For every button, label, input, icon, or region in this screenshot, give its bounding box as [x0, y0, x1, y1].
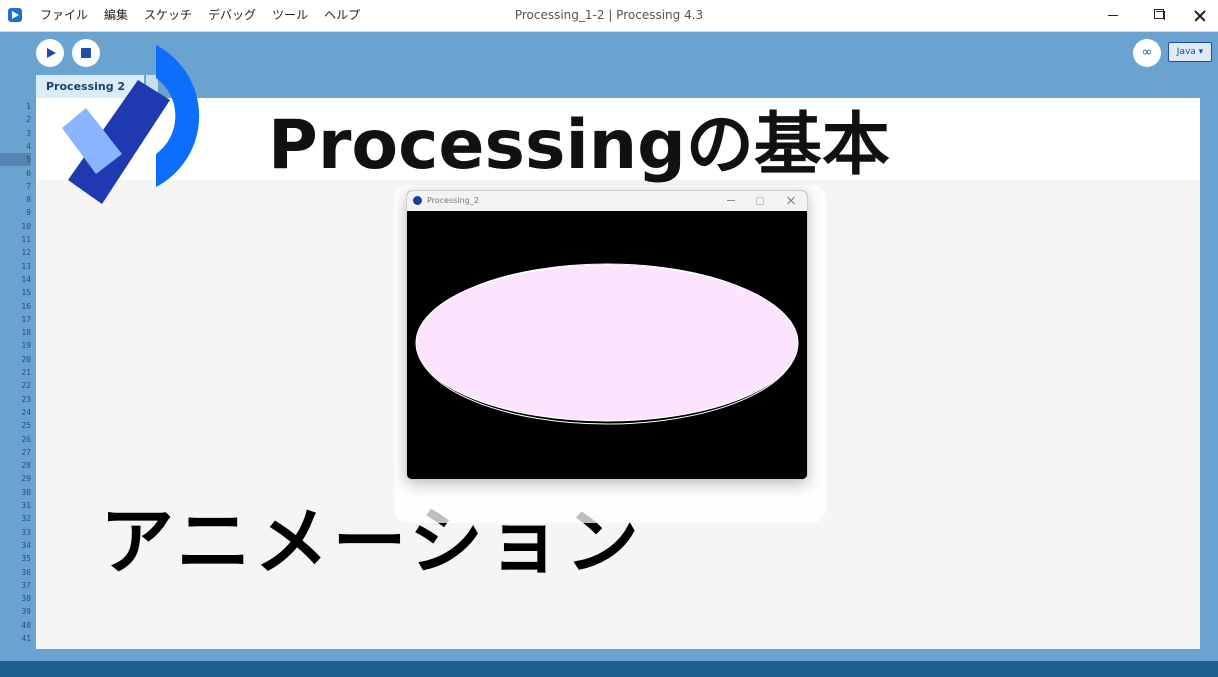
- line-number: 23: [21, 394, 31, 404]
- line-number: 37: [21, 580, 31, 590]
- sketch-window: Processing_2: [406, 190, 808, 480]
- line-number: 29: [21, 474, 31, 484]
- close-button[interactable]: [1178, 0, 1218, 31]
- title-bar: ファイル 編集 スケッチ デバッグ ツール ヘルプ Processing_1-2…: [0, 0, 1218, 32]
- line-number: 39: [21, 607, 31, 617]
- line-number: 40: [21, 620, 31, 630]
- line-number: 38: [21, 594, 31, 604]
- line-number: 35: [21, 554, 31, 564]
- minimize-button[interactable]: [1090, 0, 1134, 31]
- processing-app-icon: [8, 8, 22, 22]
- sketch-app-icon: [413, 196, 422, 205]
- line-number: 20: [21, 354, 31, 364]
- menu-tools[interactable]: ツール: [272, 0, 308, 31]
- line-number: 15: [21, 288, 31, 298]
- line-number: 26: [21, 434, 31, 444]
- bug-icon: ∞: [1141, 45, 1153, 60]
- line-number: 12: [21, 248, 31, 258]
- line-number: 22: [21, 381, 31, 391]
- line-number: 8: [26, 195, 31, 205]
- mode-selector[interactable]: Java ▾: [1168, 42, 1212, 62]
- sketch-minimize-button[interactable]: [727, 200, 735, 201]
- line-number: 16: [21, 301, 31, 311]
- line-number: 10: [21, 221, 31, 231]
- line-number: 41: [21, 634, 31, 643]
- line-number: 11: [21, 235, 31, 244]
- vertical-scrollbar[interactable]: [1200, 98, 1218, 649]
- line-number: 1: [26, 102, 31, 111]
- page-title: Processingの基本: [268, 106, 890, 185]
- line-number: 33: [21, 527, 31, 537]
- menu-debug[interactable]: デバッグ: [208, 0, 256, 31]
- sketch-maximize-button[interactable]: [756, 197, 764, 205]
- line-number: 21: [21, 368, 31, 377]
- menu-file[interactable]: ファイル: [40, 0, 88, 31]
- sketch-canvas: [407, 211, 807, 479]
- line-number: 9: [26, 208, 31, 218]
- line-number-gutter: 1 2 3 4 5 6 7 8 9 10 11 12 13 14 15 16 17 18 19 20 21 22 23 24 2…: [0, 98, 36, 649]
- line-number: 31: [21, 501, 31, 510]
- menu-bar: ファイル 編集 スケッチ デバッグ ツール ヘルプ: [40, 0, 376, 31]
- line-number: 27: [21, 447, 31, 457]
- status-bar: [0, 661, 1218, 677]
- line-number: 14: [21, 274, 31, 284]
- animated-ellipse: [415, 264, 799, 422]
- line-number: 13: [21, 261, 31, 271]
- debugger-button[interactable]: ∞: [1133, 39, 1161, 67]
- line-number: 2: [26, 115, 31, 125]
- line-number: 25: [21, 421, 31, 431]
- line-number: 7: [26, 181, 31, 191]
- line-number: 6: [26, 168, 31, 178]
- sketch-title: Processing_2: [427, 196, 479, 205]
- line-number: 4: [26, 141, 31, 151]
- processing-logo: [62, 45, 200, 204]
- line-number: 19: [21, 341, 31, 351]
- line-number: 28: [21, 461, 31, 471]
- line-number: 36: [21, 567, 31, 577]
- sketch-title-bar: Processing_2: [407, 191, 807, 211]
- line-number: 24: [21, 407, 31, 417]
- line-number: 18: [21, 328, 31, 338]
- menu-sketch[interactable]: スケッチ: [144, 0, 192, 31]
- sketch-close-button[interactable]: [785, 194, 797, 206]
- menu-edit[interactable]: 編集: [104, 0, 128, 31]
- line-number: 32: [21, 514, 31, 524]
- line-number: 34: [21, 540, 31, 550]
- line-number: 17: [21, 314, 31, 324]
- line-number: 3: [26, 128, 31, 138]
- menu-help[interactable]: ヘルプ: [324, 0, 360, 31]
- line-number: 5: [0, 153, 31, 167]
- restore-button[interactable]: [1136, 0, 1180, 31]
- logo-blue-arc: [156, 45, 200, 187]
- line-number: 30: [21, 487, 31, 497]
